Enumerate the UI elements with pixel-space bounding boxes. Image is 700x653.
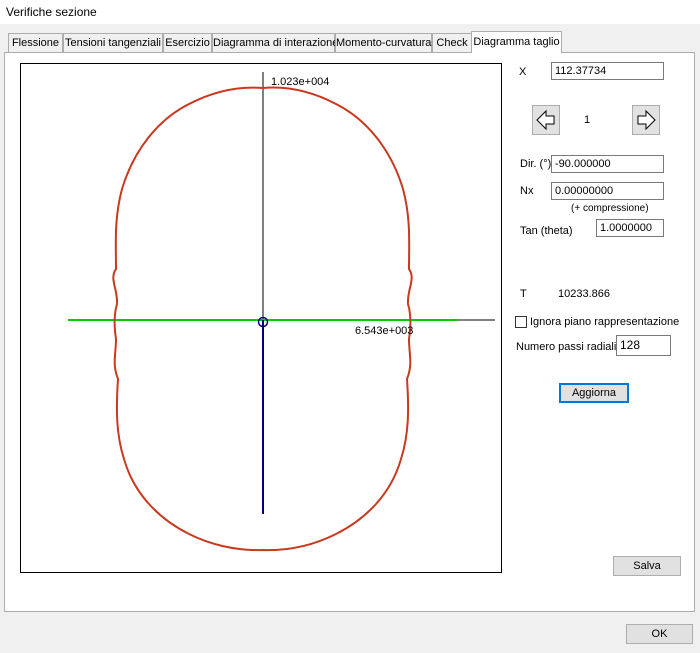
right-extent-label: 6.543e+003 [355,325,413,337]
t-value: 10233.866 [558,288,610,300]
nx-note: (+ compressione) [571,203,649,214]
tab-diagramma-interazione[interactable]: Diagramma di interazione [212,33,338,52]
radial-steps-label: Numero passi radiali [516,341,617,353]
ok-button[interactable]: OK [626,624,693,644]
tab-check[interactable]: Check [432,33,472,52]
radial-steps-field[interactable]: 128 [616,335,671,356]
dir-label: Dir. (°) [520,158,552,170]
step-index: 1 [584,114,591,126]
tab-momento-curvatura[interactable]: Momento-curvatura [335,33,432,52]
right-arrow-icon [637,109,656,131]
save-button[interactable]: Salva [613,556,681,576]
title-bar: Verifiche sezione [0,0,700,24]
tan-label: Tan (theta) [520,225,573,237]
dir-field[interactable]: -90.000000 [551,155,664,173]
nx-label: Nx [520,185,534,197]
t-label: T [520,288,527,300]
tab-tensioni-tangenziali[interactable]: Tensioni tangenziali [63,33,163,52]
shear-diagram-svg: 1.023e+004 6.543e+003 [68,72,495,552]
update-button[interactable]: Aggiorna [559,383,629,403]
previous-step-button[interactable] [532,105,560,135]
left-arrow-icon [536,109,555,131]
shear-diagram-plot: 1.023e+004 6.543e+003 [20,63,502,573]
tan-field[interactable]: 1.0000000 [596,219,664,237]
x-label: X [519,66,527,78]
ignore-plane-label: Ignora piano rappresentazione [530,316,680,328]
ignore-plane-checkbox[interactable] [515,316,527,328]
nx-field[interactable]: 0.00000000 [551,182,664,200]
tab-flessione[interactable]: Flessione [8,33,63,52]
window-title: Verifiche sezione [6,5,97,19]
tab-diagramma-taglio[interactable]: Diagramma taglio [471,31,562,53]
top-extent-label: 1.023e+004 [271,76,329,88]
tab-esercizio[interactable]: Esercizio [163,33,212,52]
next-step-button[interactable] [632,105,660,135]
x-field[interactable]: 112.37734 [551,62,664,80]
